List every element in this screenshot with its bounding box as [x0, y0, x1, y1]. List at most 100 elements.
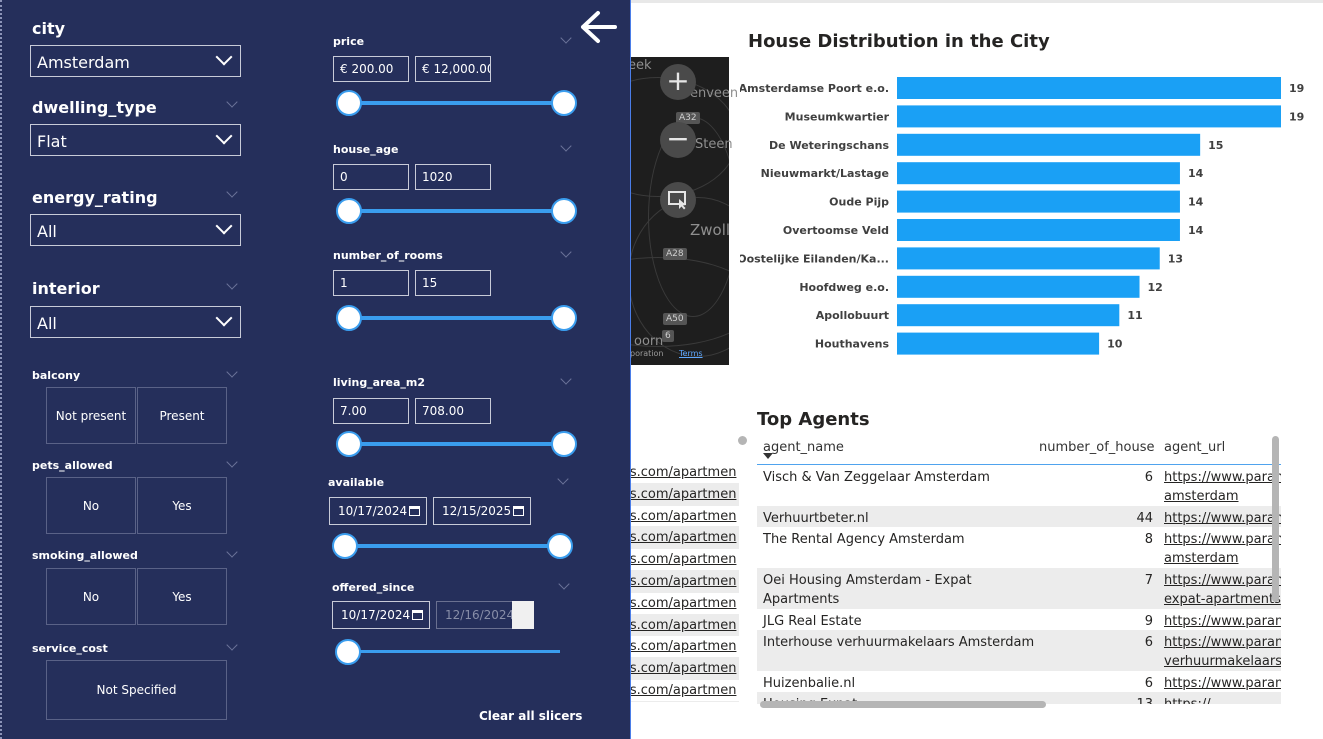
table-row[interactable]: The Rental Agency Amsterdam 8 https://www.…	[757, 527, 1281, 568]
visual-drag-handle[interactable]	[738, 436, 747, 445]
offered-since-start-date[interactable]: 10/17/2024	[332, 601, 430, 629]
offered-since-start-handle[interactable]	[335, 639, 361, 665]
agent-url-link[interactable]: expat-apartments	[1164, 590, 1281, 609]
selection-tool-button[interactable]	[660, 182, 696, 218]
price-min-handle[interactable]	[336, 90, 362, 116]
price-max-handle[interactable]	[551, 90, 577, 116]
living-area-min-input[interactable]: 7.00	[333, 398, 409, 424]
chevron-down-icon[interactable]	[226, 639, 238, 651]
smoking-option-yes[interactable]: Yes	[137, 568, 227, 625]
chevron-down-icon[interactable]	[226, 278, 238, 290]
clear-all-slicers-button[interactable]: Clear all slicers	[479, 709, 582, 723]
agent-url-cell[interactable]: https://www.paran verhuurmakelaars	[1164, 633, 1281, 671]
energy-rating-dropdown[interactable]: All	[30, 214, 241, 246]
city-dropdown[interactable]: Amsterdam	[30, 45, 241, 77]
available-end-date[interactable]: 12/15/2025	[433, 497, 531, 525]
bar[interactable]	[897, 190, 1180, 213]
living-area-min-handle[interactable]	[336, 431, 362, 457]
house-age-max-input[interactable]: 1020	[415, 164, 491, 190]
table-row[interactable]: Huizenbalie.nl 6 https://www.paran	[757, 671, 1281, 692]
url-fragment[interactable]: ius.com/apartmen	[618, 658, 739, 680]
table-row[interactable]: Visch & Van Zeggelaar Amsterdam 6 https://…	[757, 465, 1281, 506]
table-row[interactable]: Verhuurtbeter.nl 44 https://www.paran	[757, 506, 1281, 527]
chevron-down-icon[interactable]	[558, 578, 570, 590]
chevron-down-icon[interactable]	[226, 186, 238, 198]
price-max-input[interactable]: € 12,000.00	[415, 56, 491, 82]
agent-url-cell[interactable]: https://www.paran	[1164, 509, 1281, 528]
column-header-agent-name[interactable]: agent_name	[763, 440, 1039, 455]
agent-url-link[interactable]: amsterdam	[1164, 549, 1281, 568]
house-age-min-handle[interactable]	[336, 198, 362, 224]
agent-url-cell[interactable]: https://...	[1164, 695, 1281, 704]
horizontal-scrollbar[interactable]	[760, 701, 1046, 708]
service-cost-option-not-specified[interactable]: Not Specified	[46, 660, 227, 720]
bar[interactable]	[897, 77, 1281, 99]
rooms-min-handle[interactable]	[336, 305, 362, 331]
bar[interactable]	[897, 219, 1180, 241]
url-fragment[interactable]: ius.com/apartmen	[618, 527, 739, 550]
agents-table[interactable]: agent_name number_of_house agent_url Vis…	[757, 436, 1281, 704]
zoom-in-button[interactable]: +	[660, 64, 696, 100]
price-min-input[interactable]: € 200.00	[333, 56, 409, 82]
chevron-down-icon[interactable]	[560, 32, 572, 44]
vertical-scrollbar[interactable]	[1272, 436, 1279, 602]
column-header-number-of-house[interactable]: number_of_house	[1039, 440, 1154, 455]
rooms-min-input[interactable]: 1	[333, 270, 409, 296]
bar[interactable]	[897, 133, 1201, 156]
agent-url-link[interactable]: https://www.paran	[1164, 530, 1281, 549]
sort-descending-icon[interactable]	[763, 453, 773, 459]
table-row[interactable]: Oei Housing Amsterdam - Expat Apartments…	[757, 568, 1281, 609]
interior-dropdown[interactable]: All	[30, 306, 241, 338]
url-fragment[interactable]: ius.com/apartmen	[618, 614, 739, 637]
agent-url-cell[interactable]: https://www.paran	[1164, 612, 1281, 631]
chevron-down-icon[interactable]	[226, 366, 238, 378]
agent-url-link[interactable]: https://www.paran	[1164, 468, 1281, 487]
balcony-option-present[interactable]: Present	[137, 387, 227, 444]
available-start-date[interactable]: 10/17/2024	[329, 497, 427, 525]
chevron-down-icon[interactable]	[560, 246, 572, 258]
chevron-down-icon[interactable]	[560, 373, 572, 385]
bar[interactable]	[897, 247, 1160, 270]
rooms-max-handle[interactable]	[551, 305, 577, 331]
agent-url-cell[interactable]: https://www.paran expat-apartments	[1164, 571, 1281, 609]
agent-url-link[interactable]: https://...	[1164, 695, 1281, 704]
agent-url-cell[interactable]: https://www.paran amsterdam	[1164, 468, 1281, 506]
house-age-max-handle[interactable]	[551, 198, 577, 224]
bar[interactable]	[897, 304, 1120, 327]
chevron-down-icon[interactable]	[226, 456, 238, 468]
agent-url-link[interactable]: https://www.paran	[1164, 509, 1281, 528]
house-age-min-input[interactable]: 0	[333, 164, 409, 190]
pets-option-no[interactable]: No	[46, 477, 136, 534]
url-fragment[interactable]: ius.com/apartmen	[618, 636, 739, 659]
url-fragment[interactable]: ius.com/apartmen	[618, 483, 739, 506]
balcony-option-not-present[interactable]: Not present	[46, 387, 136, 444]
zoom-out-button[interactable]: −	[660, 122, 696, 158]
calendar-icon[interactable]	[409, 506, 420, 516]
chevron-down-icon[interactable]	[226, 96, 238, 108]
map-terms-link[interactable]: Terms	[679, 349, 703, 358]
bar-chart[interactable]: Amsterdamse Poort e.o. 19 Museumkwartier 19…	[740, 70, 1310, 360]
living-area-max-handle[interactable]	[551, 431, 577, 457]
bar[interactable]	[897, 332, 1100, 355]
living-area-max-input[interactable]: 708.00	[415, 398, 491, 424]
agent-url-link[interactable]: https://www.paran	[1164, 612, 1281, 631]
agent-url-cell[interactable]: https://www.paran amsterdam	[1164, 530, 1281, 568]
column-header-agent-url[interactable]: agent_url	[1164, 440, 1281, 455]
url-fragment[interactable]: ius.com/apartmen	[618, 680, 739, 702]
agent-url-cell[interactable]: https://www.paran	[1164, 674, 1281, 693]
table-row[interactable]: Interhouse verhuurmakelaars Amsterdam 6 ht…	[757, 630, 1281, 671]
agent-url-link[interactable]: https://www.paran	[1164, 674, 1281, 693]
back-arrow-icon[interactable]	[579, 10, 617, 44]
agent-url-link[interactable]: https://www.paran	[1164, 571, 1281, 590]
agent-url-link[interactable]: amsterdam	[1164, 487, 1281, 506]
bar[interactable]	[897, 105, 1281, 128]
chevron-down-icon[interactable]	[226, 546, 238, 558]
rooms-max-input[interactable]: 15	[415, 270, 491, 296]
calendar-icon[interactable]	[513, 506, 524, 516]
url-fragment[interactable]: ius.com/apartmen	[618, 549, 739, 571]
url-fragment[interactable]: ius.com/apartmen	[618, 570, 739, 593]
table-row[interactable]: JLG Real Estate 9 https://www.paran	[757, 609, 1281, 630]
url-fragment[interactable]: ius.com/apartmen	[618, 593, 739, 615]
pets-option-yes[interactable]: Yes	[137, 477, 227, 534]
bar[interactable]	[897, 162, 1180, 185]
